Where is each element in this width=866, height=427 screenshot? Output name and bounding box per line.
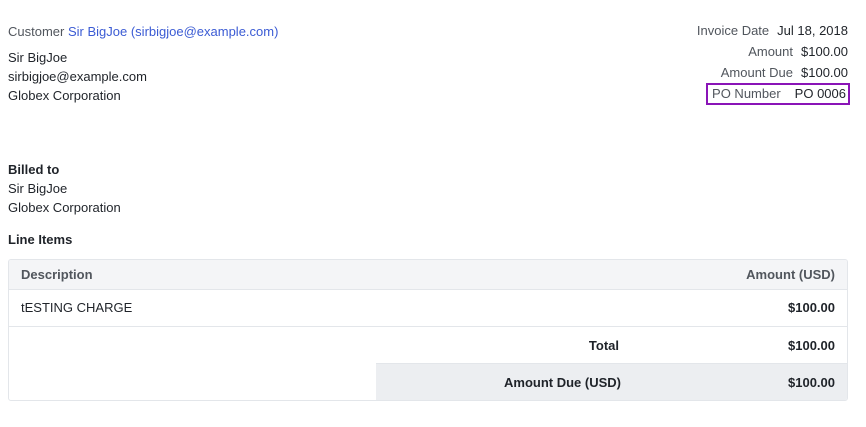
total-label: Total (588, 338, 619, 353)
row-amount: $100.00 (788, 300, 835, 315)
amount-due-total-row: Amount Due (USD) $100.00 (376, 364, 847, 400)
amount-row: Amount $100.00 (748, 42, 848, 62)
total-row: Total $100.00 (376, 327, 847, 364)
billed-to-heading: Billed to (8, 162, 60, 177)
amount-due-total-value: $100.00 (788, 375, 835, 390)
invoice-date-row: Invoice Date Jul 18, 2018 (697, 21, 848, 41)
invoice-date-label: Invoice Date (696, 23, 770, 38)
po-number-label: PO Number (712, 86, 781, 101)
amount-due-row: Amount Due $100.00 (721, 63, 848, 83)
amount-value: $100.00 (801, 44, 848, 59)
table-header: Description Amount (USD) (9, 260, 847, 290)
billed-to-company: Globex Corporation (8, 200, 121, 215)
column-amount: Amount (USD) (746, 267, 835, 282)
total-value: $100.00 (788, 338, 835, 353)
customer-name: Sir BigJoe (8, 50, 68, 65)
po-number-value: PO 0006 (794, 86, 846, 101)
column-description: Description (21, 267, 93, 282)
amount-due-value: $100.00 (801, 65, 848, 80)
amount-label: Amount (748, 44, 793, 59)
row-description: tESTING CHARGE (21, 300, 133, 315)
billed-to-name: Sir BigJoe (8, 181, 68, 196)
customer-line: Customer Sir BigJoe (sirbigjoe@example.c… (8, 24, 278, 39)
amount-due-label: Amount Due (720, 65, 793, 80)
customer-label: Customer (8, 24, 65, 39)
table-row: tESTING CHARGE $100.00 (9, 290, 847, 327)
po-number-row: PO Number PO 0006 (712, 84, 846, 104)
amount-due-total-label: Amount Due (USD) (504, 375, 621, 390)
invoice-date-value: Jul 18, 2018 (777, 23, 848, 38)
customer-email: sirbigjoe@example.com (8, 69, 147, 84)
line-items-table: Description Amount (USD) tESTING CHARGE … (8, 259, 848, 401)
customer-company: Globex Corporation (8, 88, 121, 103)
customer-link[interactable]: Sir BigJoe (sirbigjoe@example.com) (68, 24, 278, 39)
line-items-heading: Line Items (8, 232, 73, 247)
